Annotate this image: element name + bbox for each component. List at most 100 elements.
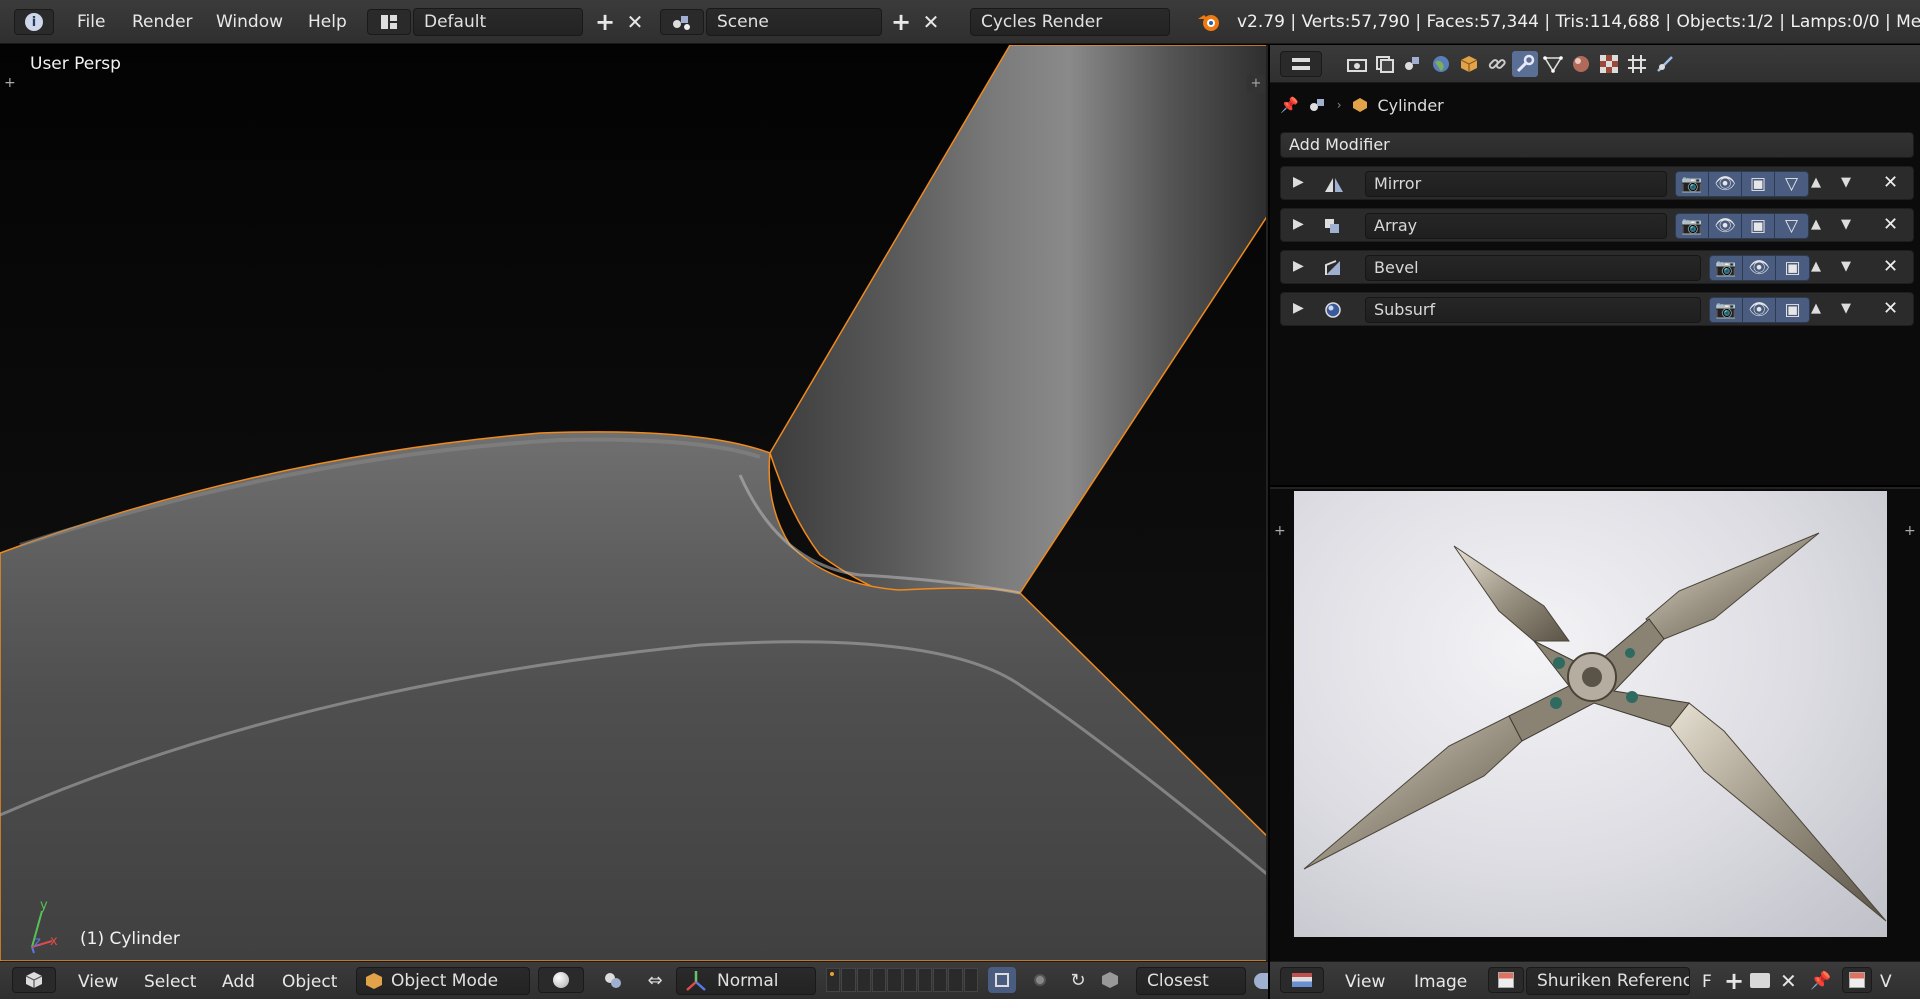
viewport-scene[interactable]: y x z bbox=[0, 45, 1268, 961]
expand-toggle-icon[interactable]: ▶ bbox=[1293, 174, 1304, 190]
snap-element-button[interactable] bbox=[1096, 967, 1124, 993]
move-up-icon[interactable]: ▲ bbox=[1811, 175, 1821, 190]
menu-image[interactable]: Image bbox=[1414, 972, 1467, 992]
move-down-icon[interactable]: ▼ bbox=[1841, 175, 1851, 190]
tab-render-layers[interactable] bbox=[1372, 51, 1398, 77]
menu-add[interactable]: Add bbox=[222, 972, 255, 992]
render-toggle-camera-icon[interactable]: 📷 bbox=[1710, 256, 1743, 280]
image-toolshelf-toggle[interactable]: + bbox=[1274, 523, 1286, 539]
tab-modifiers[interactable] bbox=[1512, 51, 1538, 77]
open-image-folder-icon[interactable] bbox=[1750, 973, 1770, 988]
viewport-toggle-eye-icon[interactable]: 👁 bbox=[1743, 256, 1776, 280]
layer-button[interactable] bbox=[841, 968, 856, 992]
editmode-toggle-icon[interactable]: ▣ bbox=[1776, 298, 1809, 322]
expand-toggle-icon[interactable]: ▶ bbox=[1293, 258, 1304, 274]
tab-constraints[interactable] bbox=[1484, 51, 1510, 77]
image-browse-button[interactable] bbox=[1488, 967, 1524, 993]
tab-particles[interactable] bbox=[1624, 51, 1650, 77]
move-down-icon[interactable]: ▼ bbox=[1841, 259, 1851, 274]
viewport-toggle-eye-icon[interactable]: 👁 bbox=[1709, 214, 1742, 238]
render-toggle-camera-icon[interactable]: 📷 bbox=[1676, 214, 1709, 238]
menu-overflow[interactable]: V bbox=[1880, 972, 1892, 992]
layer-button[interactable] bbox=[871, 968, 887, 992]
layer-button[interactable] bbox=[917, 968, 933, 992]
menu-object[interactable]: Object bbox=[282, 972, 337, 992]
layer-button[interactable] bbox=[933, 968, 948, 992]
transform-orientation-dropdown[interactable]: Normal bbox=[676, 967, 816, 995]
expand-toggle-icon[interactable]: ▶ bbox=[1293, 300, 1304, 316]
unlink-image-button[interactable]: ✕ bbox=[1780, 971, 1797, 991]
menu-file[interactable]: File bbox=[77, 12, 105, 32]
remove-scene-button[interactable]: ✕ bbox=[918, 9, 944, 35]
tab-render[interactable] bbox=[1344, 51, 1370, 77]
pin-icon[interactable]: 📌 bbox=[1280, 96, 1299, 114]
layer-button[interactable] bbox=[948, 968, 963, 992]
tab-physics[interactable] bbox=[1652, 51, 1678, 77]
editmode-toggle-icon[interactable]: ▣ bbox=[1742, 214, 1775, 238]
pin-icon[interactable]: 📌 bbox=[1810, 971, 1831, 991]
render-toggle-camera-icon[interactable]: 📷 bbox=[1676, 172, 1709, 196]
viewport-shading-dropdown[interactable] bbox=[538, 967, 584, 993]
scene-browse-button[interactable] bbox=[660, 9, 704, 35]
tab-material[interactable] bbox=[1568, 51, 1594, 77]
uv-editing-button[interactable] bbox=[1842, 967, 1872, 993]
menu-help[interactable]: Help bbox=[308, 12, 347, 32]
proportional-editing-button[interactable]: ↻ bbox=[1064, 967, 1092, 993]
screen-layout-browse-button[interactable] bbox=[367, 9, 411, 35]
info-editor-type-button[interactable]: i bbox=[14, 9, 54, 35]
move-down-icon[interactable]: ▼ bbox=[1841, 217, 1851, 232]
remove-screen-button[interactable]: ✕ bbox=[622, 9, 648, 35]
move-up-icon[interactable]: ▲ bbox=[1811, 217, 1821, 232]
move-down-icon[interactable]: ▼ bbox=[1841, 301, 1851, 316]
menu-select[interactable]: Select bbox=[144, 972, 196, 992]
modifier-name-field[interactable]: Bevel bbox=[1365, 255, 1701, 281]
remove-modifier-button[interactable]: ✕ bbox=[1883, 298, 1898, 319]
move-up-icon[interactable]: ▲ bbox=[1811, 259, 1821, 274]
layer-button-active[interactable] bbox=[826, 968, 841, 992]
add-screen-button[interactable]: + bbox=[592, 9, 618, 35]
menu-view[interactable]: View bbox=[78, 972, 118, 992]
manipulator-toggle-button[interactable]: ⇔ bbox=[640, 967, 670, 993]
image-properties-toggle[interactable]: + bbox=[1904, 523, 1916, 539]
move-up-icon[interactable]: ▲ bbox=[1811, 301, 1821, 316]
render-toggle-camera-icon[interactable]: 📷 bbox=[1710, 298, 1743, 322]
menu-render[interactable]: Render bbox=[132, 12, 193, 32]
image-name-field[interactable]: Shuriken Referenc... bbox=[1526, 967, 1690, 995]
tab-texture[interactable] bbox=[1596, 51, 1622, 77]
remove-modifier-button[interactable]: ✕ bbox=[1883, 172, 1898, 193]
properties-editor-type-button[interactable] bbox=[1280, 51, 1322, 77]
viewport-toggle-eye-icon[interactable]: 👁 bbox=[1743, 298, 1776, 322]
layer-button[interactable] bbox=[856, 968, 871, 992]
image-editor[interactable]: + + bbox=[1270, 487, 1920, 961]
scene-layers-grid[interactable] bbox=[826, 968, 978, 992]
lock-camera-layers-button[interactable] bbox=[988, 967, 1016, 993]
render-engine-dropdown[interactable]: Cycles Render bbox=[970, 8, 1170, 36]
modifier-name-field[interactable]: Mirror bbox=[1365, 171, 1667, 197]
tab-world[interactable] bbox=[1428, 51, 1454, 77]
fake-user-button[interactable]: F bbox=[1702, 972, 1712, 992]
editmode-toggle-icon[interactable]: ▣ bbox=[1742, 172, 1775, 196]
image-editor-type-button[interactable] bbox=[1280, 967, 1324, 993]
layer-button[interactable] bbox=[887, 968, 902, 992]
interaction-mode-dropdown[interactable]: Object Mode bbox=[356, 967, 530, 995]
cage-toggle-triangle-icon[interactable]: ▽ bbox=[1775, 172, 1808, 196]
expand-toggle-icon[interactable]: ▶ bbox=[1293, 216, 1304, 232]
view3d-editor-type-button[interactable] bbox=[12, 967, 56, 993]
editmode-toggle-icon[interactable]: ▣ bbox=[1776, 256, 1809, 280]
cage-toggle-triangle-icon[interactable]: ▽ bbox=[1775, 214, 1808, 238]
viewport-toolshelf-toggle[interactable]: + bbox=[4, 75, 16, 91]
tab-scene[interactable] bbox=[1400, 51, 1426, 77]
3d-viewport[interactable]: y x z User Persp (1) Cylinder + + bbox=[0, 45, 1268, 961]
snap-target-dropdown[interactable]: Closest bbox=[1136, 967, 1246, 995]
menu-window[interactable]: Window bbox=[216, 12, 283, 32]
menu-view[interactable]: View bbox=[1345, 972, 1385, 992]
add-scene-button[interactable]: + bbox=[888, 9, 914, 35]
layer-button[interactable] bbox=[963, 968, 978, 992]
render-border-button[interactable] bbox=[1026, 967, 1054, 993]
tab-object[interactable] bbox=[1456, 51, 1482, 77]
screen-layout-field[interactable]: Default bbox=[413, 8, 583, 36]
add-modifier-dropdown[interactable]: Add Modifier bbox=[1280, 132, 1914, 158]
modifier-name-field[interactable]: Array bbox=[1365, 213, 1667, 239]
viewport-toggle-eye-icon[interactable]: 👁 bbox=[1709, 172, 1742, 196]
remove-modifier-button[interactable]: ✕ bbox=[1883, 256, 1898, 277]
